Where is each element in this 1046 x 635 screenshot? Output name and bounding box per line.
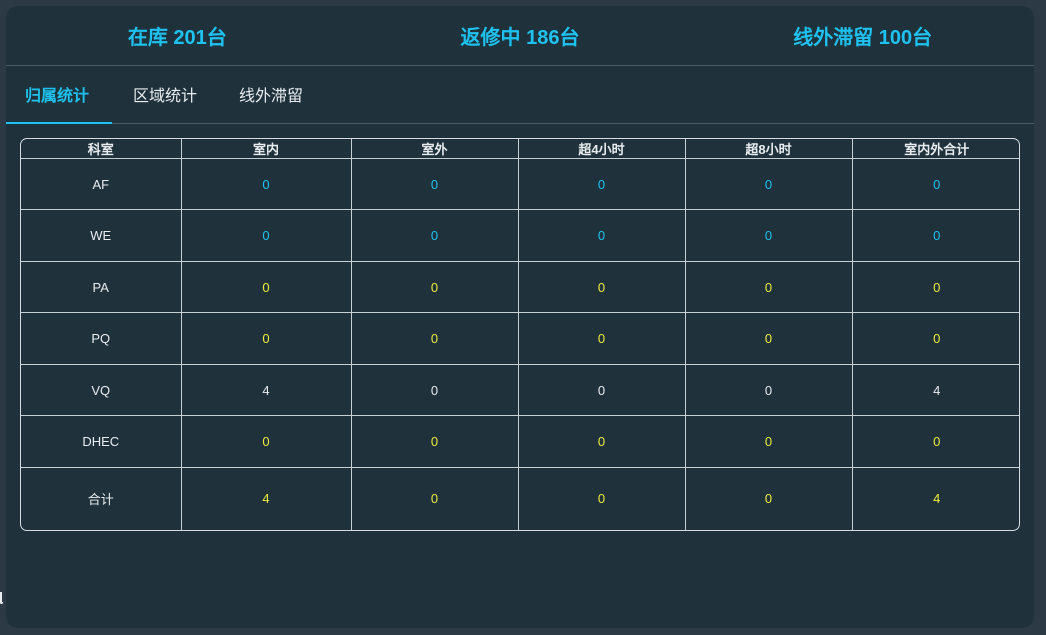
value-cell: 0: [351, 415, 519, 468]
stats-table-container: 科室 室内 室外 超4小时 超8小时 室内外合计 AF 0 0 0 0 0 WE 0 0 0 0 0 PA 0 0 0 0…: [20, 138, 1020, 531]
table-row: AF 0 0 0 0 0: [21, 158, 1019, 211]
value-cell: 0: [852, 158, 1019, 211]
department-cell: PA: [21, 261, 182, 314]
column-header: 室内: [181, 139, 352, 159]
column-header: 超8小时: [685, 139, 853, 159]
table-row: VQ 4 0 0 0 4: [21, 364, 1019, 417]
in-repair-stat: 返修中 186台: [460, 27, 580, 49]
value-cell: 4: [181, 467, 352, 530]
table-row: PA 0 0 0 0 0: [21, 261, 1019, 314]
department-cell: VQ: [21, 364, 182, 417]
edge-fragment: [0, 592, 3, 604]
tab-offline-stats[interactable]: 线外滞留: [239, 66, 303, 123]
value-cell: 4: [181, 364, 352, 417]
table-header-row: 科室 室内 室外 超4小时 超8小时 室内外合计: [21, 139, 1019, 159]
value-cell: 0: [685, 364, 853, 417]
value-cell: 0: [351, 364, 519, 417]
value-cell: 0: [181, 209, 352, 262]
department-cell: 合计: [21, 467, 182, 530]
column-header: 室内外合计: [852, 139, 1019, 159]
value-cell: 0: [181, 415, 352, 468]
department-cell: PQ: [21, 312, 182, 365]
value-cell: 0: [852, 415, 1019, 468]
active-tab-indicator: [6, 122, 112, 124]
value-cell: 0: [518, 312, 686, 365]
value-cell: 0: [518, 467, 686, 530]
stats-table: 科室 室内 室外 超4小时 超8小时 室内外合计 AF 0 0 0 0 0 WE 0 0 0 0 0 PA 0 0 0 0…: [21, 139, 1019, 530]
summary-bar: 在库 201台 返修中 186台 线外滞留 100台: [6, 6, 1034, 66]
table-body: AF 0 0 0 0 0 WE 0 0 0 0 0 PA 0 0 0 0 0 PQ 0 0 0 0 0 VQ 4 0 0 0 4 DHEC 0…: [21, 158, 1019, 530]
value-cell: 0: [351, 209, 519, 262]
tab-bar: 归属统计 区域统计 线外滞留: [6, 66, 1034, 124]
value-cell: 0: [181, 261, 352, 314]
table-row: DHEC 0 0 0 0 0: [21, 415, 1019, 468]
value-cell: 0: [518, 415, 686, 468]
value-cell: 0: [685, 158, 853, 211]
value-cell: 0: [685, 209, 853, 262]
value-cell: 0: [181, 158, 352, 211]
value-cell: 0: [351, 158, 519, 211]
value-cell: 0: [518, 209, 686, 262]
value-cell: 0: [518, 158, 686, 211]
department-cell: DHEC: [21, 415, 182, 468]
value-cell: 0: [852, 312, 1019, 365]
value-cell: 4: [933, 491, 941, 507]
department-cell: WE: [21, 209, 182, 262]
value-cell: 0: [181, 312, 352, 365]
tab-ownership-stats[interactable]: 归属统计: [25, 66, 89, 123]
value-cell: 0: [351, 467, 519, 530]
value-cell: 0: [351, 261, 519, 314]
value-cell: 0: [685, 415, 853, 468]
tab-region-stats[interactable]: 区域统计: [133, 66, 197, 123]
column-header: 超4小时: [518, 139, 686, 159]
table-row: WE 0 0 0 0 0: [21, 209, 1019, 262]
value-cell: 0: [852, 261, 1019, 314]
table-row: 合计 4 0 0 0 4: [21, 467, 1019, 530]
in-stock-stat: 在库 201台: [127, 27, 227, 49]
value-cell: 0: [685, 312, 853, 365]
table-row: PQ 0 0 0 0 0: [21, 312, 1019, 365]
value-cell: 0: [351, 312, 519, 365]
value-cell: 0: [685, 261, 853, 314]
department-cell: AF: [21, 158, 182, 211]
dashboard-panel: 在库 201台 返修中 186台 线外滞留 100台 归属统计 区域统计 线外滞…: [6, 6, 1034, 628]
value-cell: 0: [852, 209, 1019, 262]
column-header: 科室: [21, 139, 182, 159]
value-cell: 4: [852, 364, 1019, 417]
value-cell: 0: [518, 364, 686, 417]
value-cell: 0: [518, 261, 686, 314]
offline-stat: 线外滞留 100台: [793, 27, 933, 49]
column-header: 室外: [351, 139, 519, 159]
value-cell: 0: [685, 467, 853, 530]
